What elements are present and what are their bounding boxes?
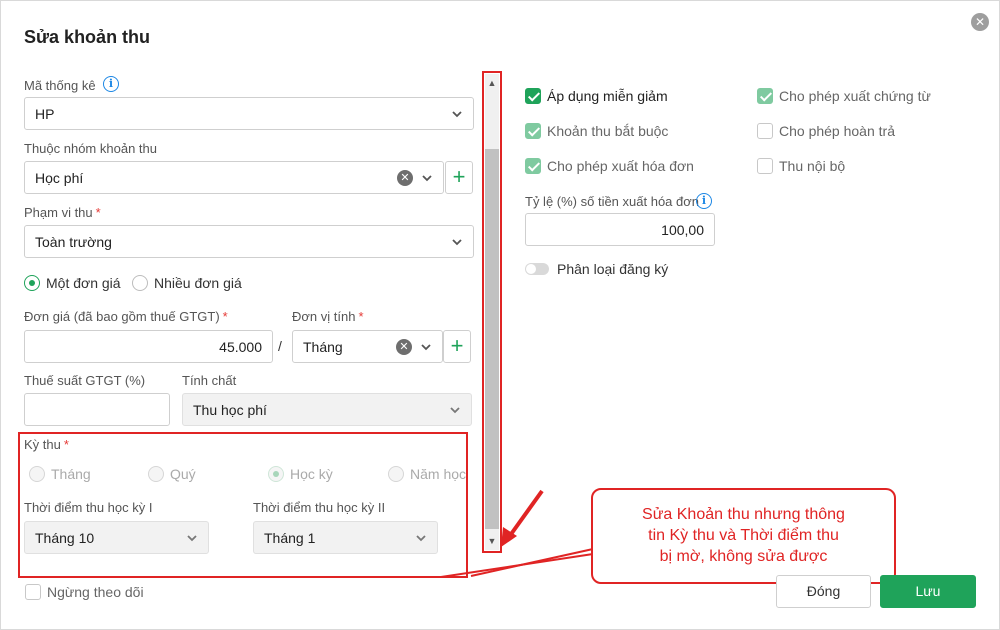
clear-icon[interactable]: ✕ [397,170,413,186]
checkbox-label: Cho phép xuất hóa đơn [547,158,694,174]
checkbox-box [757,88,773,104]
thue-suat-input[interactable] [24,393,170,426]
ma-thong-ke-value: HP [35,106,55,122]
checkbox-box [525,123,541,139]
nhom-khoan-thu-select[interactable]: Học phí ✕ [24,161,444,194]
info-icon[interactable]: i [103,76,119,92]
don-gia-input[interactable]: 45.000 [24,330,273,363]
nhom-khoan-thu-label: Thuộc nhóm khoản thu [24,141,157,156]
ty-le-label: Tỷ lệ (%) số tiền xuất hóa đơn [525,194,699,209]
radio-nhieu-don-gia[interactable]: Nhiều đơn giá [132,275,242,291]
radio-dot [24,275,40,291]
cho-phep-xuat-hoa-don-checkbox[interactable]: Cho phép xuất hóa đơn [525,158,694,174]
chevron-down-icon [451,107,463,119]
pham-vi-thu-value: Toàn trường [35,234,112,250]
checkbox-box [757,123,773,139]
thue-suat-label: Thuế suất GTGT (%) [24,373,146,388]
checkbox-label: Cho phép hoàn trả [779,123,895,139]
tinh-chat-value: Thu học phí [193,402,267,418]
checkbox-label: Thu nội bộ [779,158,846,174]
nhom-khoan-thu-value: Học phí [35,170,84,186]
checkbox-box [525,158,541,174]
ap-dung-mien-giam-checkbox[interactable]: Áp dụng miễn giảm [525,88,668,104]
checkbox-label: Ngừng theo dõi [47,584,144,600]
checkbox-label: Áp dụng miễn giảm [547,88,668,104]
phan-loai-dang-ky-toggle[interactable] [525,263,549,275]
save-button[interactable]: Lưu [880,575,976,608]
annotation-callout: Sửa Khoản thu nhưng thông tin Kỳ thu và … [591,488,896,584]
checkbox-box [757,158,773,174]
don-vi-tinh-value: Tháng [303,339,343,355]
checkbox-box [525,88,541,104]
radio-label: Một đơn giá [46,275,121,291]
chevron-down-icon [449,403,461,415]
arrow-to-ky-thu [470,548,594,577]
radio-label: Nhiều đơn giá [154,275,242,291]
radio-dot [132,275,148,291]
close-icon[interactable]: ✕ [971,13,989,31]
ty-le-input[interactable]: 100,00 [525,213,715,246]
ma-thong-ke-label: Mã thống kê [24,78,96,93]
info-icon[interactable]: i [696,193,712,209]
annotation-line-3: bị mờ, không sửa được [659,548,828,565]
add-unit-button[interactable]: + [443,330,471,363]
cho-phep-hoan-tra-checkbox[interactable]: Cho phép hoàn trả [757,123,895,139]
edit-fee-dialog: Sửa khoản thu ✕ Mã thống kê i HP Thuộc n… [0,0,1000,630]
ma-thong-ke-select[interactable]: HP [24,97,474,130]
tinh-chat-label: Tính chất [182,373,237,388]
chevron-down-icon [451,235,463,247]
arrow-to-scrollbar [507,489,544,539]
cho-phep-xuat-chung-tu-checkbox[interactable]: Cho phép xuất chứng từ [757,88,931,104]
thu-noi-bo-checkbox[interactable]: Thu nội bộ [757,158,845,174]
highlight-box-scrollbar [482,71,502,553]
dialog-title: Sửa khoản thu [24,27,151,47]
don-gia-value: 45.000 [219,339,262,355]
chevron-down-icon [421,171,433,183]
radio-mot-don-gia[interactable]: Một đơn giá [24,275,121,291]
highlight-box-ky-thu [18,432,468,578]
checkbox-label: Cho phép xuất chứng từ [779,88,931,104]
unit-separator: / [278,338,282,354]
phan-loai-dang-ky-label: Phân loại đăng ký [557,261,669,277]
pham-vi-thu-select[interactable]: Toàn trường [24,225,474,258]
annotation-line-1: Sửa Khoản thu nhưng thông [642,506,845,523]
checkbox-box [25,584,41,600]
checkbox-label: Khoản thu bắt buộc [547,123,669,139]
ty-le-value: 100,00 [661,222,704,238]
arrow-head-icon [501,527,517,547]
pham-vi-thu-label: Phạm vi thu * [24,205,101,220]
clear-icon[interactable]: ✕ [396,339,412,355]
add-group-button[interactable]: + [445,161,473,194]
don-vi-tinh-label: Đơn vị tính * [292,309,364,324]
close-button[interactable]: Đóng [776,575,871,608]
don-gia-label: Đơn giá (đã bao gồm thuế GTGT) * [24,309,228,324]
ngung-theo-doi-checkbox[interactable]: Ngừng theo dõi [25,584,144,600]
khoan-thu-bat-buoc-checkbox[interactable]: Khoản thu bắt buộc [525,123,668,139]
annotation-line-2: tin Kỳ thu và Thời điểm thu [648,527,839,544]
tinh-chat-select[interactable]: Thu học phí [182,393,472,426]
don-vi-tinh-select[interactable]: Tháng ✕ [292,330,443,363]
chevron-down-icon [420,340,432,352]
